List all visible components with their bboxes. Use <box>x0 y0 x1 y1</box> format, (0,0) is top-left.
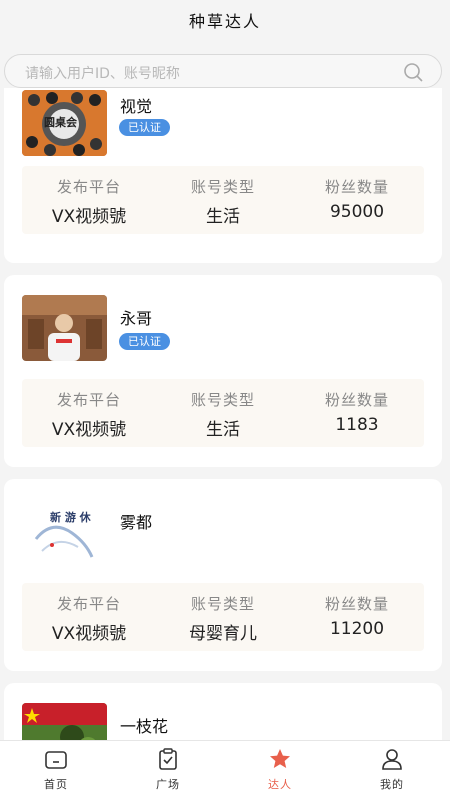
page-title: 种草达人 <box>188 12 261 31</box>
stat-value: 生活 <box>206 207 240 227</box>
stat-value: 1183 <box>335 415 379 435</box>
stat-label: 粉丝数量 <box>324 391 389 409</box>
stat-value: 生活 <box>206 420 240 440</box>
influencer-name: 一枝花 <box>120 717 169 736</box>
influencer-list[interactable]: 圆桌会 视觉 已认证 发布平台 VX视频號 账号类型 生活 粉丝数量 95000 永哥… <box>0 88 450 740</box>
influencer-card[interactable]: 一枝花 <box>4 683 442 740</box>
search-input[interactable]: 请输入用户ID、账号昵称 <box>25 63 180 83</box>
stat-label: 账号类型 <box>190 178 255 196</box>
influencer-card[interactable]: 永哥 已认证 发布平台 VX视频號 账号类型生活 粉丝数量 1183 <box>4 275 442 467</box>
stat-label: 账号类型 <box>190 391 255 409</box>
avatar-text: 圆桌会 <box>44 116 77 129</box>
avatar-text: 新 游 休 <box>50 511 91 524</box>
stat-value: 11200 <box>329 619 385 639</box>
avatar: 新 游 休 <box>22 499 107 565</box>
influencer-card[interactable]: 圆桌会 视觉 已认证 发布平台 VX视频號 账号类型生活 粉丝数量 95000 <box>4 88 442 263</box>
tab-influencers[interactable]: 达人 <box>224 741 336 800</box>
influencer-name: 视觉 <box>120 97 153 116</box>
stats-panel: 发布平台 VX视频號 账号类型生活 粉丝数量 1183 <box>22 379 424 447</box>
influencer-card[interactable]: 新 游 休 雾都 发布平台 VX视频號 账号类型母婴育儿 粉丝数量 11200 <box>4 479 442 671</box>
clipboard-check-icon <box>159 748 177 770</box>
stat-label: 发布平台 <box>56 391 121 409</box>
influencer-name: 永哥 <box>120 309 153 328</box>
stat-label: 发布平台 <box>56 595 121 613</box>
stat-label: 粉丝数量 <box>324 595 389 613</box>
stat-label: 账号类型 <box>190 595 255 613</box>
tab-label: 首页 <box>44 778 68 791</box>
stat-label: 发布平台 <box>56 178 121 196</box>
search-bar[interactable]: 请输入用户ID、账号昵称 <box>4 54 442 88</box>
user-icon <box>382 749 402 770</box>
tab-label: 广场 <box>156 778 180 791</box>
tab-home[interactable]: 首页 <box>0 741 112 800</box>
tab-label: 达人 <box>268 778 292 791</box>
stat-value: VX视频號 <box>51 207 127 227</box>
verified-badge: 已认证 <box>119 333 170 350</box>
stats-panel: 发布平台 VX视频號 账号类型母婴育儿 粉丝数量 11200 <box>22 583 424 651</box>
stat-value: 母婴育儿 <box>189 624 257 644</box>
avatar <box>22 295 107 361</box>
tab-square[interactable]: 广场 <box>112 741 224 800</box>
stat-value: VX视频號 <box>51 420 127 440</box>
avatar: 圆桌会 <box>22 90 107 156</box>
verified-badge: 已认证 <box>119 119 170 136</box>
tab-mine[interactable]: 我的 <box>336 741 448 800</box>
app-header: 种草达人 <box>0 0 450 48</box>
avatar <box>22 703 107 740</box>
influencer-name: 雾都 <box>120 513 153 532</box>
stat-label: 粉丝数量 <box>324 178 389 196</box>
stats-panel: 发布平台 VX视频號 账号类型生活 粉丝数量 95000 <box>22 166 424 234</box>
stat-value: 95000 <box>329 202 385 222</box>
bottom-tab-bar: 首页 广场 达人 我的 <box>0 740 450 800</box>
search-icon[interactable] <box>403 62 423 82</box>
star-icon <box>270 749 290 768</box>
tab-label: 我的 <box>380 778 404 791</box>
home-icon <box>45 751 67 769</box>
stat-value: VX视频號 <box>51 624 127 644</box>
